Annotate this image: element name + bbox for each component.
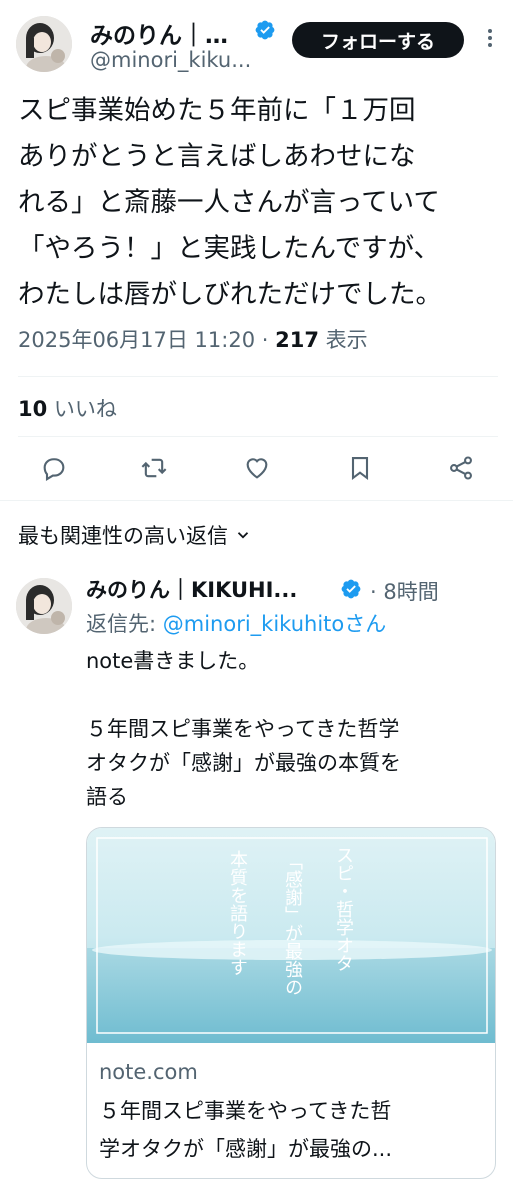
more-icon[interactable] [478, 26, 502, 50]
tweet-header: みのりん｜… @minori_kiku... フォローする [0, 0, 513, 90]
author-name[interactable]: みのりん｜… [90, 16, 228, 50]
meta-separator: · [255, 328, 276, 352]
tweet-line: わたしは唇がしびれただけでした。 [18, 279, 442, 310]
like-icon[interactable] [243, 454, 271, 482]
reply-line [86, 678, 496, 712]
section-divider [0, 500, 513, 501]
card-image-text-column: 本質を語ります [227, 850, 248, 976]
tweet-line: 「やろう！」と実践したんですが、 [18, 233, 441, 264]
tweet-line: スピ事業始めた５年前に「１万回 [18, 95, 416, 126]
verified-badge-icon [255, 20, 275, 40]
views-count: 217 [275, 328, 319, 352]
tweet-line: ありがとうと言えばしあわせにな [18, 141, 416, 172]
tweet-timestamp[interactable]: 2025年06月17日 11:20 [18, 328, 255, 352]
card-domain: note.com [99, 1060, 198, 1084]
reply-line: オタクが「感謝」が最強の本質を [86, 751, 401, 775]
retweet-icon[interactable] [140, 454, 168, 482]
reply-author-avatar[interactable] [16, 578, 72, 634]
reply-sort-selector[interactable]: 最も関連性の高い返信 [18, 520, 252, 550]
card-title-line: ５年間スピ事業をやってきた哲 [99, 1099, 392, 1123]
author-avatar[interactable] [16, 16, 72, 72]
card-image: スピ・哲学オタ 「感謝」が最強の 本質を語ります [87, 828, 495, 1043]
share-icon[interactable] [447, 454, 475, 482]
reply-line: ５年間スピ事業をやってきた哲学 [86, 717, 400, 741]
divider [18, 436, 498, 437]
divider [18, 376, 498, 377]
reply-line: 語る [86, 785, 128, 809]
reply-sort-label: 最も関連性の高い返信 [18, 524, 228, 548]
likes-count: 10 [18, 397, 48, 421]
card-title: ５年間スピ事業をやってきた哲 学オタクが「感謝」が最強の... [99, 1092, 489, 1168]
link-card[interactable]: スピ・哲学オタ 「感謝」が最強の 本質を語ります note.com ５年間スピ事… [86, 827, 496, 1179]
reply-text: note書きました。 ５年間スピ事業をやってきた哲学 オタクが「感謝」が最強の本… [86, 644, 496, 814]
reply-author-name[interactable]: みのりん｜KIKUHI... [86, 574, 297, 604]
views-label: 表示 [318, 328, 368, 352]
reply-to-prefix: 返信先: [86, 612, 163, 636]
tweet-meta: 2025年06月17日 11:20 · 217 表示 [18, 324, 368, 354]
likes-row[interactable]: 10 いいね [18, 393, 117, 423]
card-image-text-column: スピ・哲学オタ [333, 846, 354, 972]
tweet-line: れる」と斎藤一人さんが言っていて [18, 187, 440, 218]
verified-badge-icon [341, 579, 361, 599]
card-title-line: 学オタクが「感謝」が最強の... [99, 1137, 393, 1161]
action-bar [0, 450, 513, 490]
card-image-text-column: 「感謝」が最強の [282, 852, 303, 996]
bookmark-icon[interactable] [346, 454, 374, 482]
likes-label: いいね [47, 397, 117, 421]
follow-button[interactable]: フォローする [292, 22, 464, 58]
tweet-text: スピ事業始めた５年前に「１万回 ありがとうと言えばしあわせにな れる」と斎藤一人… [18, 88, 498, 318]
chevron-down-icon [237, 532, 249, 539]
reply-time[interactable]: · 8時間 [370, 576, 439, 606]
reply-to: 返信先: @minori_kikuhitoさん [86, 608, 386, 638]
author-handle[interactable]: @minori_kiku... [90, 48, 251, 72]
reply-to-mention[interactable]: @minori_kikuhitoさん [163, 612, 386, 636]
reply-icon[interactable] [40, 454, 68, 482]
reply-line: note書きました。 [86, 649, 260, 673]
